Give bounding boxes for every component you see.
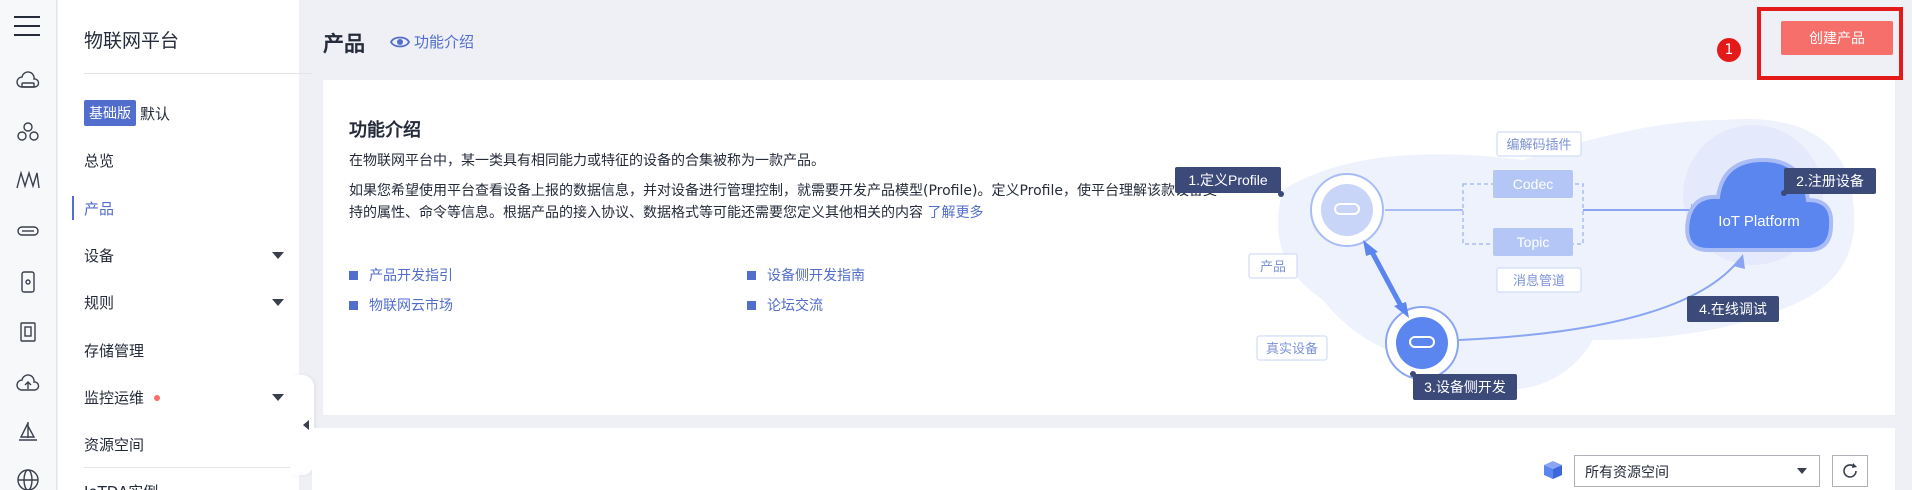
real-device-label: 真实设备 bbox=[1266, 341, 1318, 356]
intro-heading: 功能介绍 bbox=[349, 120, 421, 141]
sidebar-item-monitoring[interactable]: 监控运维 bbox=[84, 387, 284, 408]
sidebar-item-products[interactable]: 产品 bbox=[84, 198, 284, 219]
intro-paragraph-detail: 如果您希望使用平台查看设备上报的数据信息，并对设备进行管理控制，就需要开发产品模… bbox=[349, 180, 1219, 224]
codec-plugin-label: 编解码插件 bbox=[1506, 137, 1571, 152]
notification-dot bbox=[154, 394, 161, 401]
menu-icon[interactable] bbox=[14, 16, 40, 38]
sidebar-item-label: IoTDA实例 bbox=[84, 481, 158, 490]
cluster-icon[interactable] bbox=[14, 118, 42, 146]
step-badge: 1 bbox=[1717, 38, 1741, 62]
link-label: 论坛交流 bbox=[767, 298, 823, 314]
sidebar-item-label: 设备 bbox=[84, 247, 115, 265]
secondary-sidebar: 物联网平台 基础版 默认 总览 产品 设备 规则 存储管理 监控运维 资源空间 … bbox=[58, 0, 312, 490]
step2-label: 2.注册设备 bbox=[1796, 173, 1864, 189]
sidebar-item-iotda-instance[interactable]: IoTDA实例 bbox=[84, 481, 284, 490]
chevron-down-icon bbox=[1797, 468, 1807, 474]
chevron-down-icon bbox=[272, 394, 284, 401]
bullet-icon bbox=[747, 300, 756, 310]
intro-paragraph: 在物联网平台中，某一类具有相同能力或特征的设备的合集被称为一款产品。 bbox=[349, 153, 825, 169]
edition-badge: 基础版 bbox=[84, 100, 136, 126]
topic-label: Topic bbox=[1517, 234, 1550, 250]
feature-intro-label: 功能介绍 bbox=[414, 33, 475, 51]
document-icon[interactable] bbox=[14, 318, 42, 346]
product-flow-diagram: Codec 编解码插件 Topic 消息管道 IoT Platform 1.定义… bbox=[1175, 119, 1876, 400]
m-logo-icon[interactable] bbox=[14, 166, 42, 194]
chevron-down-icon bbox=[272, 252, 284, 259]
intro-text: 如果您希望使用平台查看设备上报的数据信息，并对设备进行管理控制，就需要开发产品模… bbox=[349, 183, 1217, 221]
sidebar-item-storage[interactable]: 存储管理 bbox=[84, 340, 284, 361]
eye-icon bbox=[390, 36, 410, 47]
step1-label: 1.定义Profile bbox=[1188, 172, 1268, 188]
chevron-left-icon bbox=[303, 420, 309, 430]
sidebar-item-label: 规则 bbox=[84, 294, 115, 312]
sidebar-title: 物联网平台 bbox=[84, 30, 180, 52]
sidebar-item-label: 监控运维 bbox=[84, 389, 145, 407]
resource-space-select[interactable]: 所有资源空间 bbox=[1574, 455, 1820, 487]
divider bbox=[84, 467, 312, 468]
sidebar-item-label: 存储管理 bbox=[84, 342, 145, 360]
link-label: 设备侧开发指南 bbox=[767, 268, 865, 284]
product-list-card: 所有资源空间 bbox=[312, 428, 1895, 490]
router-icon[interactable] bbox=[14, 216, 42, 244]
active-indicator bbox=[72, 196, 74, 220]
sidebar-item-label: 产品 bbox=[84, 200, 115, 218]
sidebar-item-label: 资源空间 bbox=[84, 436, 145, 454]
page-title: 产品 bbox=[323, 32, 365, 56]
sidebar-item-resource-space[interactable]: 资源空间 bbox=[84, 434, 284, 455]
iot-platform-label: IoT Platform bbox=[1718, 213, 1799, 230]
sidebar-item-rules[interactable]: 规则 bbox=[84, 292, 284, 313]
link-label: 物联网云市场 bbox=[369, 298, 453, 314]
refresh-button[interactable] bbox=[1832, 455, 1868, 487]
learn-more-link[interactable]: 了解更多 bbox=[927, 205, 983, 221]
refresh-icon bbox=[1843, 463, 1857, 478]
bullet-icon bbox=[349, 270, 358, 280]
globe-icon[interactable] bbox=[14, 466, 42, 490]
resource-space-value: 所有资源空间 bbox=[1585, 465, 1669, 481]
intro-card: 功能介绍 在物联网平台中，某一类具有相同能力或特征的设备的合集被称为一款产品。 … bbox=[323, 80, 1895, 415]
chevron-down-icon bbox=[272, 299, 284, 306]
feature-intro-link[interactable]: 功能介绍 bbox=[390, 31, 474, 52]
create-product-button[interactable]: 创建产品 bbox=[1781, 21, 1893, 55]
edition-label: 默认 bbox=[140, 104, 171, 123]
sidebar-item-overview[interactable]: 总览 bbox=[84, 150, 284, 171]
sidebar-item-label: 总览 bbox=[84, 152, 115, 170]
message-channel-label: 消息管道 bbox=[1513, 273, 1565, 288]
sidebar-collapse-toggle[interactable] bbox=[290, 375, 314, 475]
forum-link[interactable]: 论坛交流 bbox=[747, 295, 823, 315]
phone-icon[interactable] bbox=[14, 268, 42, 296]
product-dev-guide-link[interactable]: 产品开发指引 bbox=[349, 265, 453, 285]
codec-label: Codec bbox=[1513, 176, 1553, 192]
product-label: 产品 bbox=[1260, 259, 1286, 274]
step3-label: 3.设备侧开发 bbox=[1424, 379, 1506, 395]
bullet-icon bbox=[349, 300, 358, 310]
real-device-node bbox=[1385, 306, 1459, 380]
device-dev-guide-link[interactable]: 设备侧开发指南 bbox=[747, 265, 865, 285]
product-node bbox=[1310, 173, 1384, 247]
link-label: 产品开发指引 bbox=[369, 268, 453, 284]
cloud-server-icon[interactable] bbox=[14, 70, 42, 98]
bullet-icon bbox=[747, 270, 756, 280]
cloud-upload-icon[interactable] bbox=[14, 370, 42, 398]
icon-rail bbox=[0, 0, 57, 490]
step4-label: 4.在线调试 bbox=[1699, 301, 1767, 317]
cube-icon bbox=[1544, 461, 1562, 479]
sailboat-icon[interactable] bbox=[14, 418, 42, 446]
edition-selector[interactable]: 基础版 默认 bbox=[84, 100, 170, 126]
divider bbox=[84, 73, 312, 74]
sidebar-item-devices[interactable]: 设备 bbox=[84, 245, 284, 266]
iot-marketplace-link[interactable]: 物联网云市场 bbox=[349, 295, 453, 315]
